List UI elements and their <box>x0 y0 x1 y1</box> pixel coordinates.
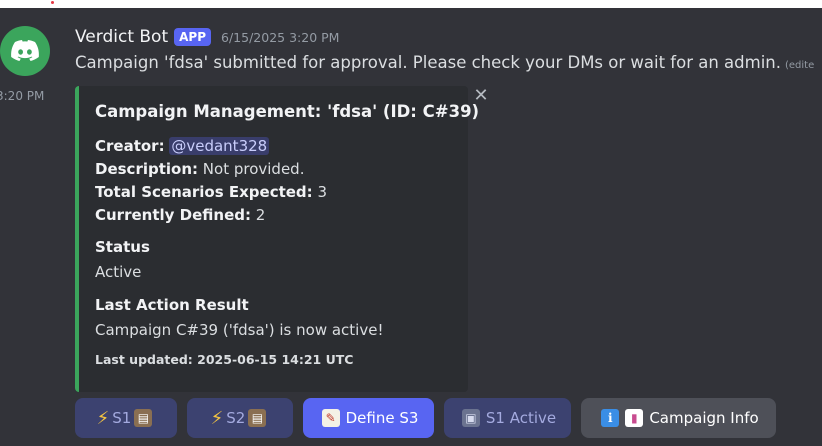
creator-label: Creator: <box>95 137 165 155</box>
app-badge: APP <box>174 28 212 46</box>
clapper-icon: ▤ <box>134 409 153 427</box>
currently-defined-label: Currently Defined: <box>95 206 251 224</box>
creator-line: Creator: @vedant328 <box>95 137 270 155</box>
message-header: Verdict Bot APP 6/15/2025 3:20 PM <box>75 27 339 47</box>
message-text: Campaign 'fdsa' submitted for approval. … <box>75 53 814 72</box>
total-scenarios-label: Total Scenarios Expected: <box>95 183 313 201</box>
s2-button[interactable]: ⚡ S2 ▤ <box>187 398 293 438</box>
message-side-timestamp: 3:20 PM <box>0 89 45 103</box>
message-content: Campaign 'fdsa' submitted for approval. … <box>75 53 781 72</box>
s1-button-label: S1 <box>112 409 132 427</box>
last-action-value: Campaign C#39 ('fdsa') is now active! <box>95 321 384 339</box>
description-line: Description: Not provided. <box>95 160 304 178</box>
define-s3-button-label: Define S3 <box>345 409 419 427</box>
info-icon: i <box>601 409 620 427</box>
s1-active-button[interactable]: ▣ S1 Active <box>444 398 571 438</box>
discord-logo-icon <box>11 40 39 61</box>
memo-icon: ✎ <box>321 409 340 427</box>
status-title: Status <box>95 238 150 256</box>
currently-defined-line: Currently Defined: 2 <box>95 206 265 224</box>
campaign-info-button-label: Campaign Info <box>649 409 759 427</box>
s1-button[interactable]: ⚡ S1 ▤ <box>75 398 177 438</box>
campaign-embed: Campaign Management: 'fdsa' (ID: C#39) C… <box>75 86 479 392</box>
s1-active-button-label: S1 Active <box>485 409 557 427</box>
edited-label: (edite <box>785 60 815 71</box>
s2-button-label: S2 <box>226 409 246 427</box>
total-scenarios-line: Total Scenarios Expected: 3 <box>95 183 327 201</box>
campaign-info-button[interactable]: i ▮ Campaign Info <box>581 398 776 438</box>
description-label: Description: <box>95 160 199 178</box>
embed-footer: Last updated: 2025-06-15 14:21 UTC <box>95 352 354 367</box>
total-scenarios-value: 3 <box>317 183 327 201</box>
bot-username[interactable]: Verdict Bot <box>75 27 168 47</box>
creator-mention[interactable]: @vedant328 <box>169 137 270 155</box>
last-action-title: Last Action Result <box>95 296 249 314</box>
define-s3-button[interactable]: ✎ Define S3 <box>303 398 434 438</box>
close-icon[interactable]: ✕ <box>471 86 491 106</box>
bot-avatar[interactable] <box>0 26 50 76</box>
status-value: Active <box>95 263 142 281</box>
clapper-icon: ▤ <box>248 409 267 427</box>
currently-defined-value: 2 <box>255 206 266 224</box>
red-dot-indicator <box>51 1 54 4</box>
top-strip <box>0 0 822 8</box>
lightning-icon: ⚡ <box>210 407 224 429</box>
message-timestamp: 6/15/2025 3:20 PM <box>221 29 340 45</box>
chart-icon: ▮ <box>625 409 644 427</box>
description-value: Not provided. <box>202 160 305 178</box>
lightning-icon: ⚡ <box>96 407 110 429</box>
camera-icon: ▣ <box>461 409 480 427</box>
embed-title: Campaign Management: 'fdsa' (ID: C#39) <box>95 102 480 121</box>
